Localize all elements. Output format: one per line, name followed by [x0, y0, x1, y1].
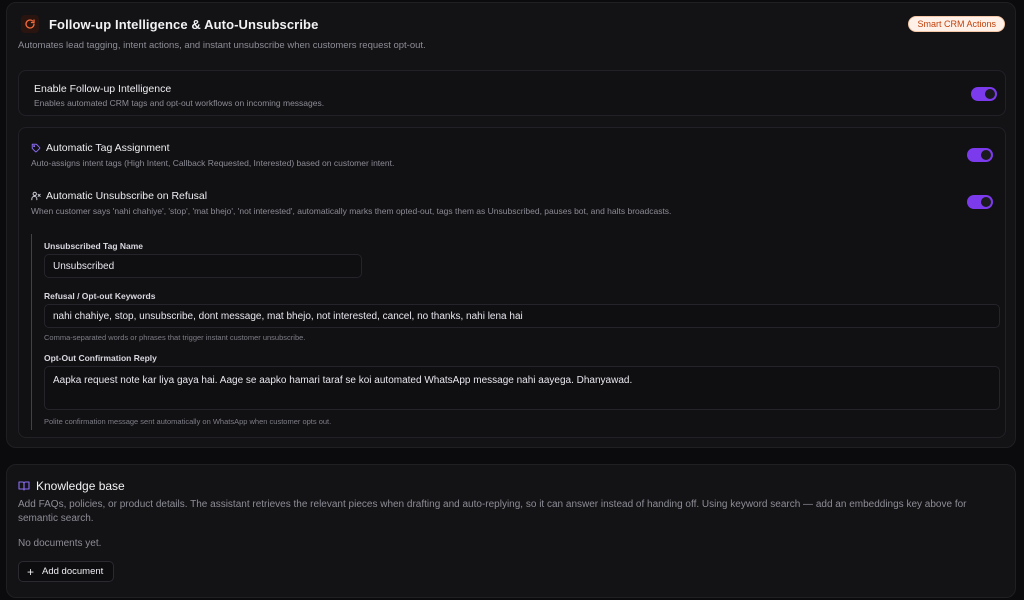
- reply-label: Opt-Out Confirmation Reply: [44, 353, 157, 363]
- enable-toggle[interactable]: [971, 87, 997, 101]
- add-document-button[interactable]: + Add document: [18, 561, 115, 582]
- auto-unsubscribe-description: When customer says 'nahi chahiye', 'stop…: [31, 206, 672, 216]
- enable-description: Enables automated CRM tags and opt-out w…: [34, 98, 325, 108]
- auto-unsubscribe-toggle[interactable]: [967, 195, 993, 209]
- auto-unsubscribe-title: Automatic Unsubscribe on Refusal: [46, 190, 208, 202]
- followup-panel: Follow-up Intelligence & Auto-Unsubscrib…: [6, 2, 1016, 448]
- panel-header: Follow-up Intelligence & Auto-Unsubscrib…: [21, 15, 318, 33]
- tag-name-label: Unsubscribed Tag Name: [44, 241, 144, 251]
- auto-unsubscribe-row: Automatic Unsubscribe on Refusal: [31, 190, 207, 202]
- reply-hint: Polite confirmation message sent automat…: [44, 417, 332, 426]
- knowledge-base-description: Add FAQs, policies, or product details. …: [18, 499, 967, 524]
- unsubscribe-settings: Unsubscribed Tag Name Refusal / Opt-out …: [31, 234, 1000, 430]
- book-icon: [18, 481, 30, 491]
- empty-state-text: No documents yet.: [18, 538, 102, 549]
- enable-title: Enable Follow-up Intelligence: [34, 83, 172, 95]
- knowledge-base-panel: Knowledge base Add FAQs, policies, or pr…: [6, 464, 1016, 598]
- knowledge-base-header: Knowledge base: [18, 479, 125, 493]
- tag-name-input[interactable]: [44, 254, 362, 278]
- user-x-icon: [31, 191, 41, 201]
- keywords-hint: Comma-separated words or phrases that tr…: [44, 333, 306, 342]
- keywords-input[interactable]: [44, 304, 1000, 328]
- tag-assignment-toggle[interactable]: [967, 148, 993, 162]
- automation-card: Automatic Tag Assignment Auto-assigns in…: [18, 127, 1006, 438]
- tag-assignment-title: Automatic Tag Assignment: [46, 142, 170, 154]
- knowledge-base-title: Knowledge base: [36, 479, 125, 493]
- reply-textarea[interactable]: Aapka request note kar liya gaya hai. Aa…: [44, 366, 1000, 410]
- tag-assignment-row: Automatic Tag Assignment: [31, 142, 170, 154]
- keywords-label: Refusal / Opt-out Keywords: [44, 291, 156, 301]
- panel-description: Automates lead tagging, intent actions, …: [18, 40, 426, 51]
- tag-assignment-description: Auto-assigns intent tags (High Intent, C…: [31, 158, 395, 168]
- tag-icon: [31, 143, 41, 153]
- smart-crm-badge: Smart CRM Actions: [908, 16, 1005, 32]
- refresh-icon: [21, 15, 39, 33]
- panel-title: Follow-up Intelligence & Auto-Unsubscrib…: [49, 16, 319, 32]
- add-document-label: Add document: [42, 566, 104, 577]
- plus-icon: +: [27, 564, 35, 579]
- enable-card: Enable Follow-up Intelligence Enables au…: [18, 70, 1006, 116]
